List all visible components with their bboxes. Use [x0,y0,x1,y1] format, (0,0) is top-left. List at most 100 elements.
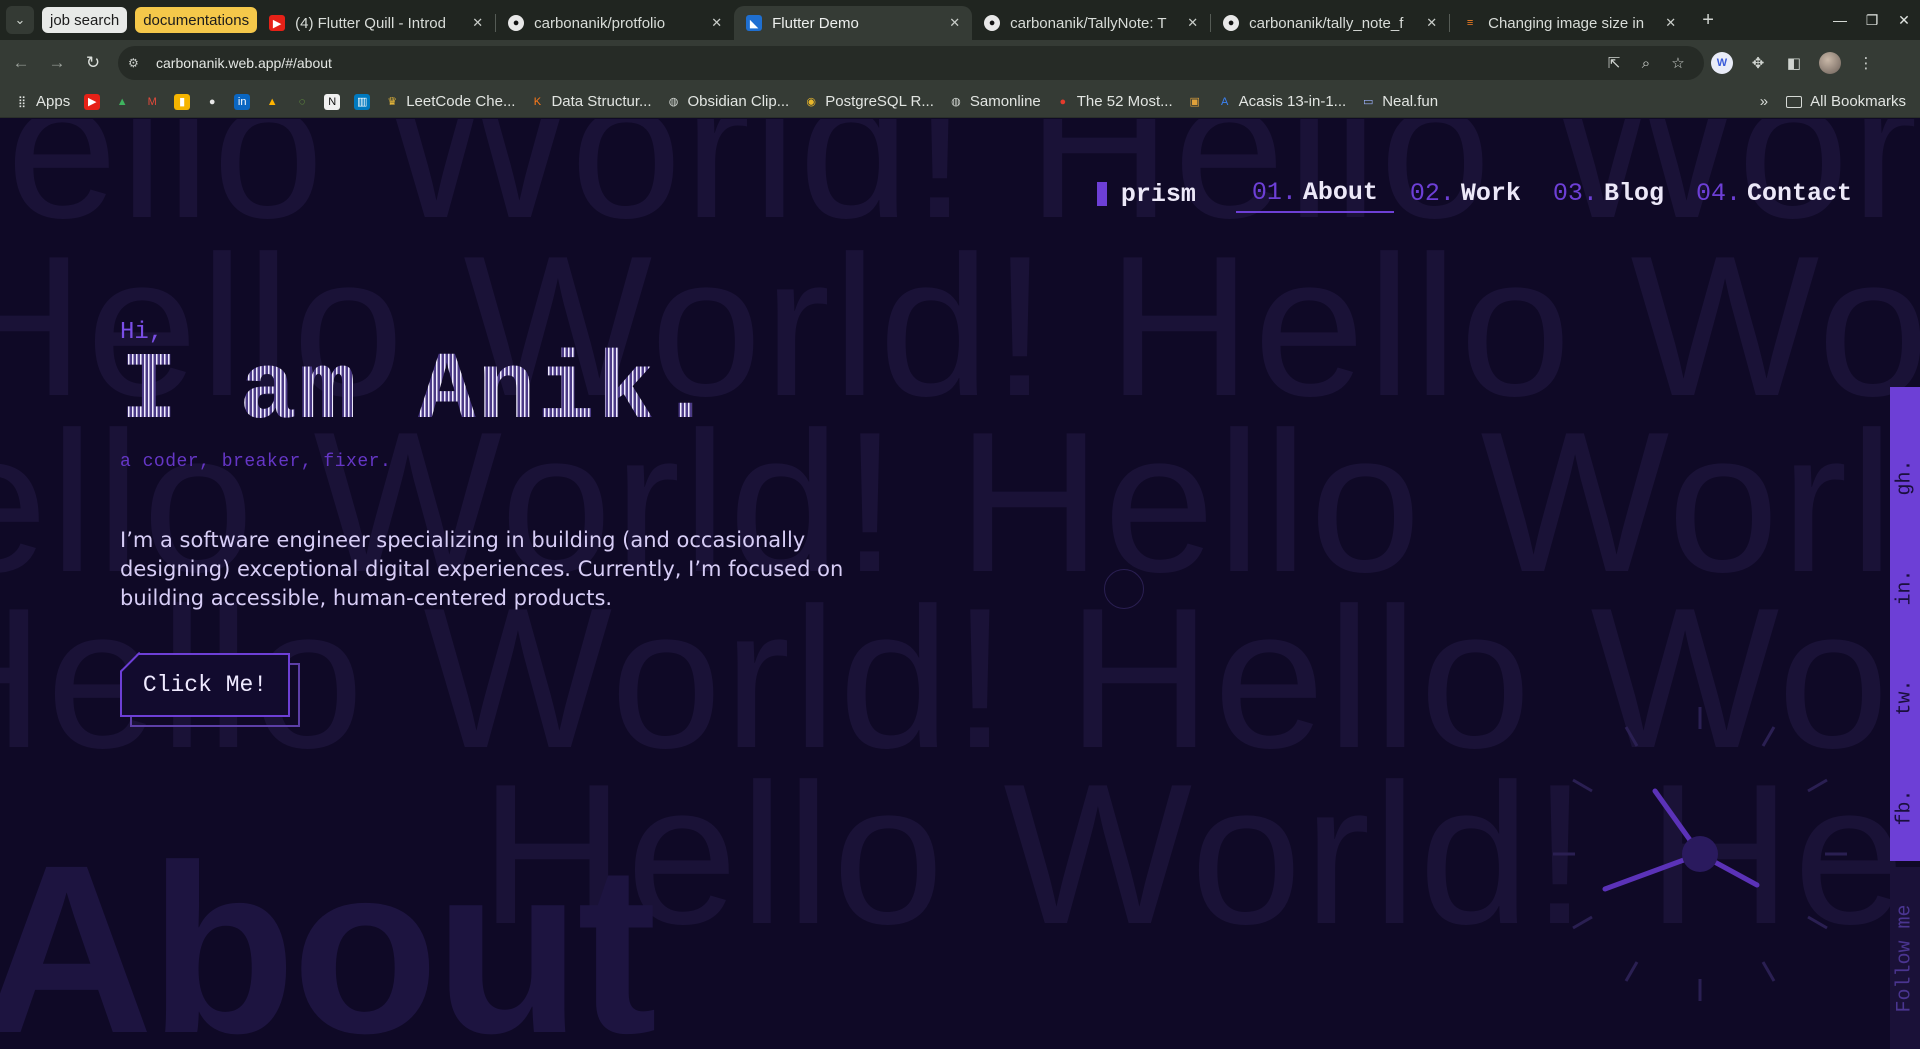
trello-icon: ▥ [354,93,371,110]
hero-name: I am Anik. [120,344,860,440]
all-bookmarks-label: All Bookmarks [1810,93,1906,110]
bookmark-item[interactable]: K Data Structur... [529,93,652,110]
portfolio-page: Hello World! Hello World! Hello World! H… [0,119,1920,1049]
avatar [1819,52,1841,74]
bookmarks-bar: ⣿ Apps ▶ ▲ M ▮ ● in ▲ ◌ N ▥ ♛ LeetCode Che... K Data St… [0,86,1920,118]
bookmark-item[interactable]: ◉ PostgreSQL R... [803,93,934,110]
close-icon[interactable]: ✕ [1426,15,1437,31]
close-icon[interactable]: ✕ [1665,15,1676,31]
minimize-icon[interactable]: — [1824,12,1856,29]
bookmark-label: LeetCode Che... [406,93,516,110]
nav-number: 02. [1409,178,1455,208]
tab-title: (4) Flutter Quill - Introd [295,14,446,32]
close-window-icon[interactable]: ✕ [1888,12,1920,29]
bookmark-item[interactable]: ◍ Samonline [948,93,1041,110]
bookmark-item[interactable]: N [324,93,341,110]
close-icon[interactable]: ✕ [1187,15,1198,31]
menu-kebab-icon[interactable]: ⋮ [1848,48,1884,78]
bookmark-item[interactable]: ♛ LeetCode Che... [384,93,515,110]
social-label: in. [1893,568,1917,606]
site-nav: prism 01. About 02. Work 03. Blog 04. Co… [1096,175,1868,213]
bookmark-item[interactable]: ▭ Neal.fun [1360,93,1438,110]
cursor-ring [1104,569,1144,609]
all-bookmarks-button[interactable]: All Bookmarks [1786,93,1906,110]
background-about-heading: About [0,815,657,1049]
close-icon[interactable]: ✕ [949,15,960,31]
bookmark-item[interactable]: ▶ [84,93,101,110]
url-text[interactable]: carbonanik.web.app/#/about [156,55,1598,71]
extensions-puzzle-icon[interactable]: ✥ [1740,48,1776,78]
bookmark-label: Acasis 13-in-1... [1238,93,1347,110]
site-info-icon[interactable]: ⚙ [128,56,146,70]
close-icon[interactable]: ✕ [472,15,483,31]
browser-tab[interactable]: ▶ (4) Flutter Quill - Introd ✕ [257,6,495,40]
clock-center [1682,836,1718,872]
youtube-icon: ▶ [84,93,101,110]
zoom-icon[interactable]: ⌕ [1630,55,1662,72]
github-icon: ● [508,15,525,31]
nav-item-work[interactable]: 02. Work [1394,175,1537,213]
social-link-facebook[interactable]: fb. [1890,767,1920,847]
new-tab-button[interactable]: + [1694,6,1722,34]
bookmark-item[interactable]: ▮ [174,93,191,110]
bookmark-label: Neal.fun [1382,93,1439,110]
tab-title: carbonanik/tally_note_f [1249,14,1404,32]
keep-icon: ▮ [174,93,191,110]
nav-item-about[interactable]: 01. About [1235,175,1394,213]
bookmark-item[interactable]: ⣿ Apps [14,93,70,110]
bookmark-item[interactable]: ▣ [1187,94,1203,110]
bookmark-item[interactable]: M [144,94,160,110]
social-link-linkedin[interactable]: in. [1890,547,1920,627]
bookmark-item[interactable]: A Acasis 13-in-1... [1217,93,1347,110]
github-icon: ● [1223,15,1240,31]
browser-tab-strip: ⌄ job search documentations ▶ (4) Flutte… [0,0,1920,40]
bookmark-star-icon[interactable]: ☆ [1662,54,1694,72]
bookmark-item[interactable]: ▲ [114,94,130,110]
tab-title: Changing image size in [1488,14,1645,32]
address-bar[interactable]: ⚙ carbonanik.web.app/#/about ⇱ ⌕ ☆ [118,46,1704,80]
open-in-app-icon[interactable]: ⇱ [1598,54,1630,72]
tab-title: carbonanik/TallyNote: T [1010,14,1167,32]
bookmark-item[interactable]: ▥ [354,93,371,110]
bio-paragraph: I’m a software engineer specializing in … [120,528,844,610]
social-link-github[interactable]: gh. [1890,437,1920,517]
back-icon[interactable]: ← [6,48,36,78]
bookmark-item[interactable]: ● [204,94,220,110]
nav-item-blog[interactable]: 03. Blog [1537,175,1680,213]
side-panel-icon[interactable]: ◧ [1776,48,1812,78]
restore-icon[interactable]: ❐ [1856,12,1888,29]
bookmark-item[interactable]: ▲ [264,94,280,110]
github-icon: ● [984,15,1001,31]
nav-number: 04. [1695,178,1741,208]
cta-wrapper: Click Me! [120,651,300,733]
browser-tab-active[interactable]: ◣ Flutter Demo ✕ [734,6,973,40]
extension-badge[interactable]: W [1704,48,1740,78]
laptop-icon: ▭ [1362,96,1374,108]
brand-logo[interactable]: prism [1096,180,1196,209]
close-icon[interactable]: ✕ [711,15,722,31]
click-me-button[interactable]: Click Me! [120,653,290,717]
gmail-icon: M [147,95,157,108]
nav-item-contact[interactable]: 04. Contact [1680,175,1868,213]
bookmark-label: PostgreSQL R... [825,93,934,110]
tab-group-documentations[interactable]: documentations [135,7,258,33]
social-link-twitter[interactable]: tw. [1890,657,1920,737]
window-controls: — ❐ ✕ [1824,12,1920,29]
bookmark-item[interactable]: in [234,93,251,110]
bookmarks-overflow-icon[interactable]: » [1760,93,1768,110]
browser-tab[interactable]: ● carbonanik/protfolio ✕ [496,6,734,40]
tab-title: Flutter Demo [772,14,859,32]
profile-button[interactable] [1812,48,1848,78]
k-icon: K [533,95,542,108]
tab-group-job-search[interactable]: job search [42,7,128,33]
bookmark-item[interactable]: ● The 52 Most... [1055,93,1172,110]
browser-tab[interactable]: ● carbonanik/tally_note_f ✕ [1211,6,1449,40]
tab-search-button[interactable]: ⌄ [6,6,34,34]
bookmark-item[interactable]: ◍ Obsidian Clip... [666,93,790,110]
forward-icon[interactable]: → [42,48,72,78]
browser-tab[interactable]: ● carbonanik/TallyNote: T ✕ [972,6,1210,40]
hero-section: Hi, I am Anik. a coder, breaker, fixer. … [120,319,860,613]
bookmark-item[interactable]: ◌ [294,94,310,110]
browser-tab[interactable]: ≡ Changing image size in ✕ [1450,6,1688,40]
reload-icon[interactable]: ↻ [78,48,108,78]
